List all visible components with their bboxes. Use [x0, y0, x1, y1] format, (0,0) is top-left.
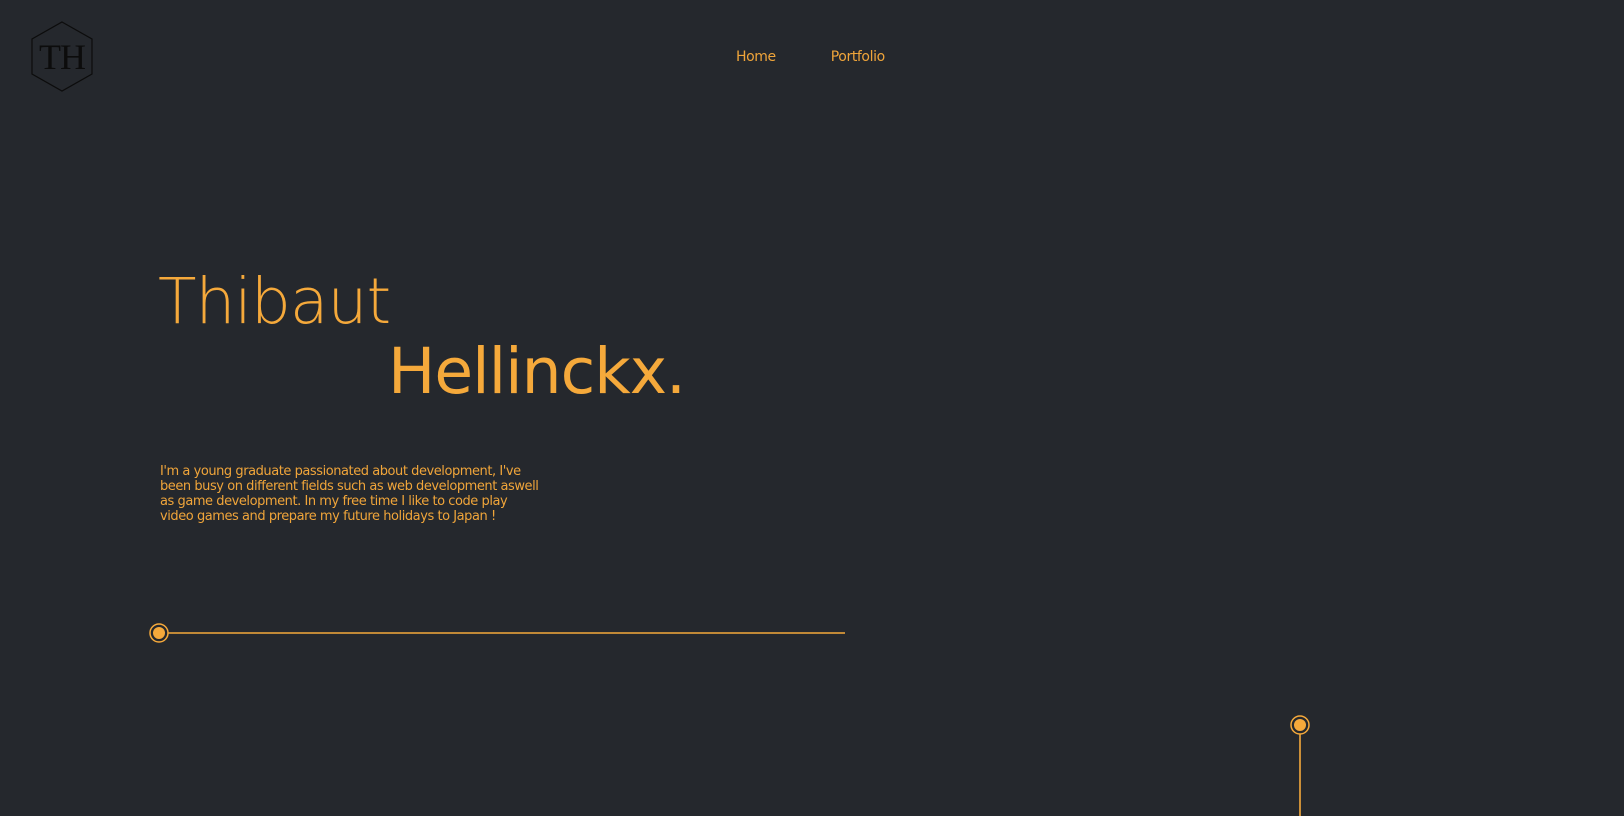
nav-link-portfolio[interactable]: Portfolio: [831, 49, 885, 65]
timeline-horizontal-line-icon: [149, 623, 845, 643]
timeline-vertical-line-icon: [1290, 715, 1310, 816]
timeline-vertical: [1288, 713, 1314, 816]
nav-link-home[interactable]: Home: [736, 49, 776, 65]
hero-bio: I'm a young graduate passionated about d…: [160, 464, 539, 524]
main-nav: Home Portfolio: [736, 49, 885, 65]
hero-last-name: Hellinckx.: [388, 335, 686, 408]
timeline-horizontal: [148, 622, 845, 644]
hero-first-name: Thibaut: [158, 265, 391, 338]
logo[interactable]: TH: [30, 21, 94, 92]
logo-text: TH: [39, 36, 86, 77]
